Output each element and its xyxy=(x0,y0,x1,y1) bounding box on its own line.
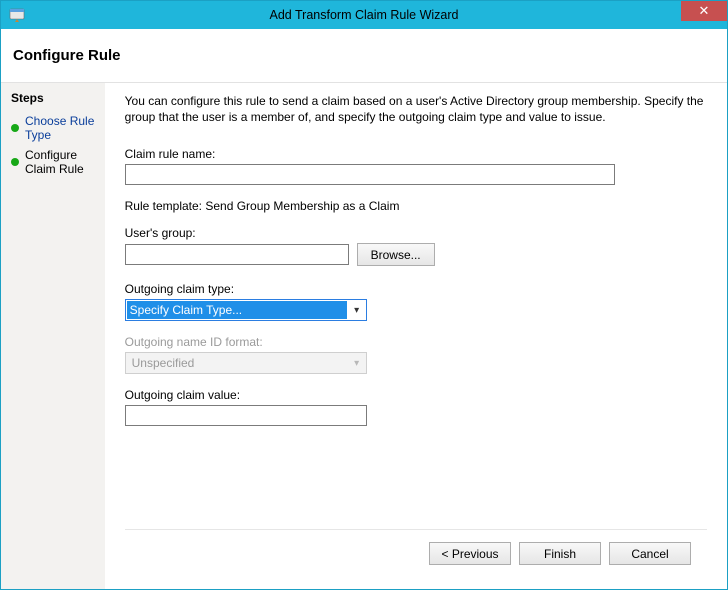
step-choose-rule-type[interactable]: Choose Rule Type xyxy=(9,111,97,145)
outgoing-name-id-select: Unspecified ▾ xyxy=(125,352,367,374)
outgoing-claim-value-label: Outgoing claim value: xyxy=(125,388,707,402)
page-title: Configure Rule xyxy=(13,47,715,64)
wizard-window: Add Transform Claim Rule Wizard ✕ Config… xyxy=(0,0,728,590)
step-bullet-icon xyxy=(11,158,19,166)
close-icon: ✕ xyxy=(699,3,710,18)
steps-sidebar: Steps Choose Rule Type Configure Claim R… xyxy=(1,82,105,589)
claim-rule-name-input[interactable] xyxy=(125,164,615,185)
intro-text: You can configure this rule to send a cl… xyxy=(125,93,707,125)
close-button[interactable]: ✕ xyxy=(681,1,727,21)
step-link[interactable]: Choose Rule Type xyxy=(25,114,95,142)
users-group-label: User's group: xyxy=(125,226,707,240)
titlebar: Add Transform Claim Rule Wizard ✕ xyxy=(1,1,727,29)
cancel-button[interactable]: Cancel xyxy=(609,542,691,565)
finish-button[interactable]: Finish xyxy=(519,542,601,565)
window-title: Add Transform Claim Rule Wizard xyxy=(1,8,727,22)
page-header: Configure Rule xyxy=(1,29,727,82)
chevron-down-icon: ▾ xyxy=(348,358,366,369)
outgoing-claim-type-value: Specify Claim Type... xyxy=(127,301,347,319)
app-icon xyxy=(9,7,25,23)
wizard-footer: < Previous Finish Cancel xyxy=(125,529,707,579)
outgoing-name-id-value: Unspecified xyxy=(126,356,348,370)
outgoing-claim-type-label: Outgoing claim type: xyxy=(125,282,707,296)
step-bullet-icon xyxy=(11,124,19,132)
users-group-row: Browse... xyxy=(125,243,707,266)
users-group-input[interactable] xyxy=(125,244,349,265)
step-label: Configure Claim Rule xyxy=(25,148,95,176)
rule-template-line: Rule template: Send Group Membership as … xyxy=(125,199,707,213)
outgoing-claim-type-select[interactable]: Specify Claim Type... ▾ xyxy=(125,299,367,321)
body: Steps Choose Rule Type Configure Claim R… xyxy=(1,82,727,589)
previous-button[interactable]: < Previous xyxy=(429,542,511,565)
chevron-down-icon: ▾ xyxy=(348,305,366,316)
browse-button[interactable]: Browse... xyxy=(357,243,435,266)
step-configure-claim-rule: Configure Claim Rule xyxy=(9,145,97,179)
outgoing-claim-value-input[interactable] xyxy=(125,405,367,426)
steps-heading: Steps xyxy=(11,91,97,105)
content-pane: You can configure this rule to send a cl… xyxy=(105,82,727,589)
claim-rule-name-label: Claim rule name: xyxy=(125,147,707,161)
outgoing-name-id-label: Outgoing name ID format: xyxy=(125,335,707,349)
